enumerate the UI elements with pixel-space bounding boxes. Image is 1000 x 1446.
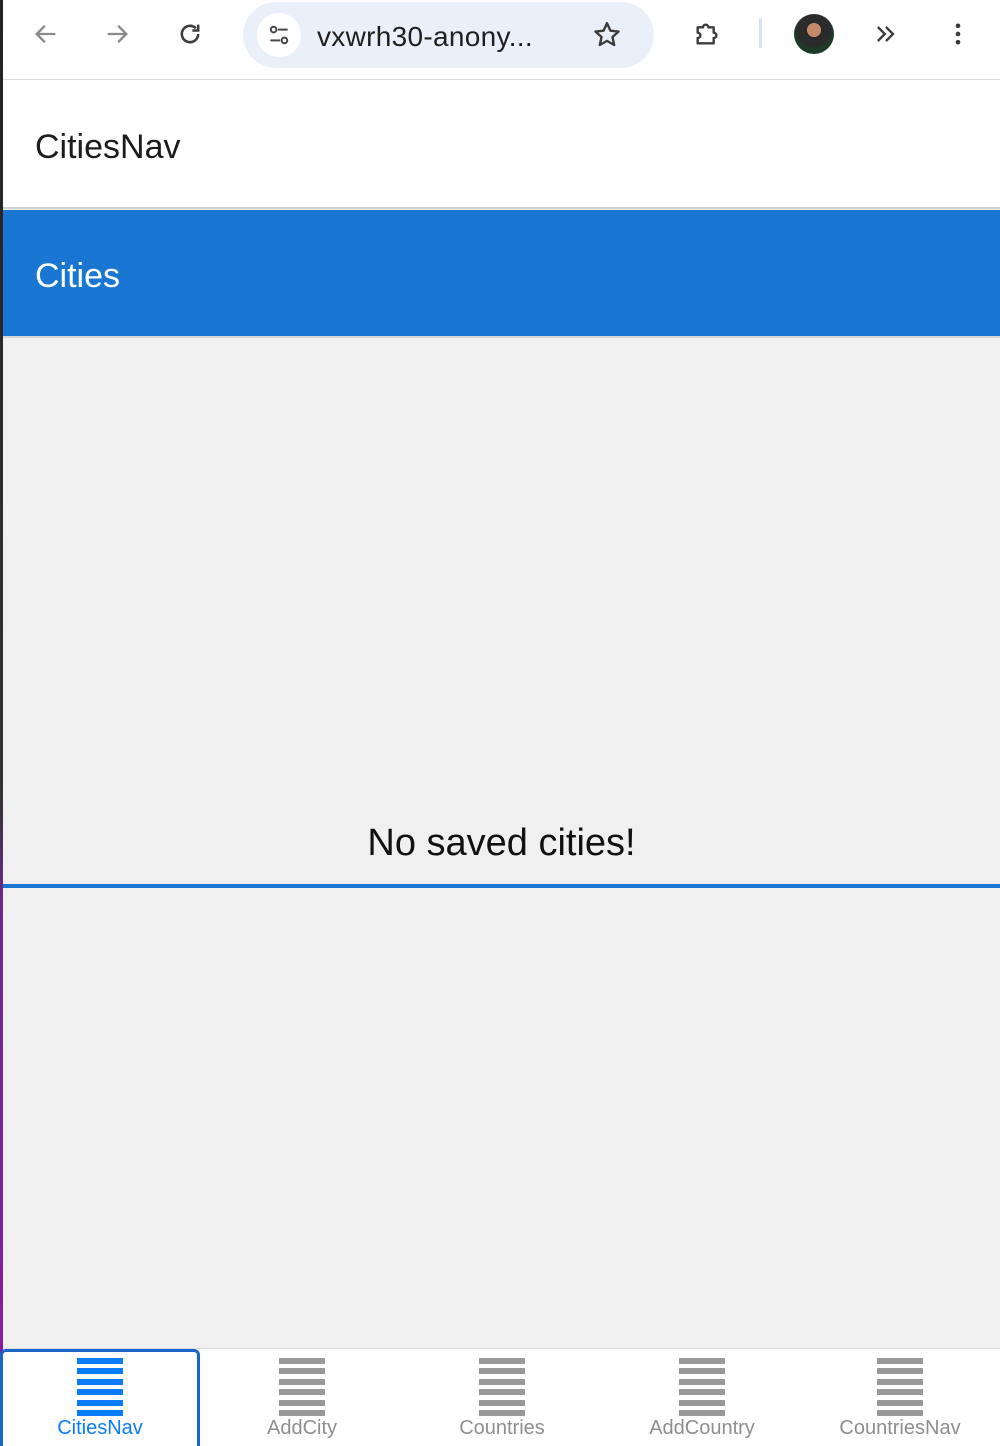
tune-icon: [269, 25, 289, 45]
tab-label: Countries: [459, 1417, 545, 1439]
list-icon: [877, 1358, 923, 1416]
tab-countries[interactable]: Countries: [402, 1349, 602, 1446]
list-icon: [279, 1358, 325, 1416]
tab-label: AddCountry: [649, 1417, 755, 1439]
divider: [3, 336, 1000, 338]
bookmark-button[interactable]: [585, 13, 629, 57]
url-text[interactable]: vxwrh30-anony...: [317, 21, 533, 53]
extensions-button[interactable]: [685, 12, 729, 56]
chevron-double-right-icon: [877, 26, 895, 42]
nav-title: CitiesNav: [35, 128, 181, 166]
list-icon: [479, 1358, 525, 1416]
tab-addcity[interactable]: AddCity: [202, 1349, 402, 1446]
reload-button[interactable]: [168, 12, 212, 56]
nav-header: CitiesNav: [3, 81, 1000, 209]
tab-countriesnav[interactable]: CountriesNav: [800, 1349, 1000, 1446]
back-button[interactable]: [24, 12, 68, 56]
star-icon: [594, 22, 620, 47]
address-bar[interactable]: vxwrh30-anony...: [243, 2, 654, 68]
tab-label: AddCity: [266, 1417, 338, 1439]
browser-toolbar: vxwrh30-anony...: [3, 0, 1000, 80]
screen: vxwrh30-anony... CitiesNav Cities No sav…: [0, 0, 1000, 1446]
reload-icon: [180, 24, 200, 44]
browser-menu-button[interactable]: [936, 12, 980, 56]
bottom-tab-bar: CitiesNav AddCity Countries AddCountry C…: [0, 1348, 1000, 1446]
site-info-button[interactable]: [257, 13, 301, 57]
tab-label: CitiesNav: [57, 1417, 143, 1439]
list-icon: [77, 1358, 123, 1416]
overflow-button[interactable]: [864, 12, 908, 56]
empty-state-message: No saved cities!: [367, 822, 636, 864]
tab-label: CountriesNav: [839, 1417, 961, 1439]
puzzle-icon: [696, 23, 718, 45]
forward-arrow-icon: [107, 25, 128, 43]
kebab-menu-icon: [955, 23, 961, 45]
forward-button[interactable]: [95, 12, 139, 56]
list-icon: [679, 1358, 725, 1416]
tab-addcountry[interactable]: AddCountry: [602, 1349, 802, 1446]
avatar[interactable]: [794, 14, 834, 54]
screen-header: Cities: [3, 210, 1000, 336]
back-arrow-icon: [35, 25, 56, 43]
toolbar-divider: [759, 18, 762, 48]
empty-state-underline: [3, 884, 1000, 888]
tab-citiesnav[interactable]: CitiesNav: [0, 1349, 200, 1446]
page-title: Cities: [35, 257, 121, 295]
app-content: CitiesNav Cities No saved cities! Cities…: [0, 81, 1000, 1446]
